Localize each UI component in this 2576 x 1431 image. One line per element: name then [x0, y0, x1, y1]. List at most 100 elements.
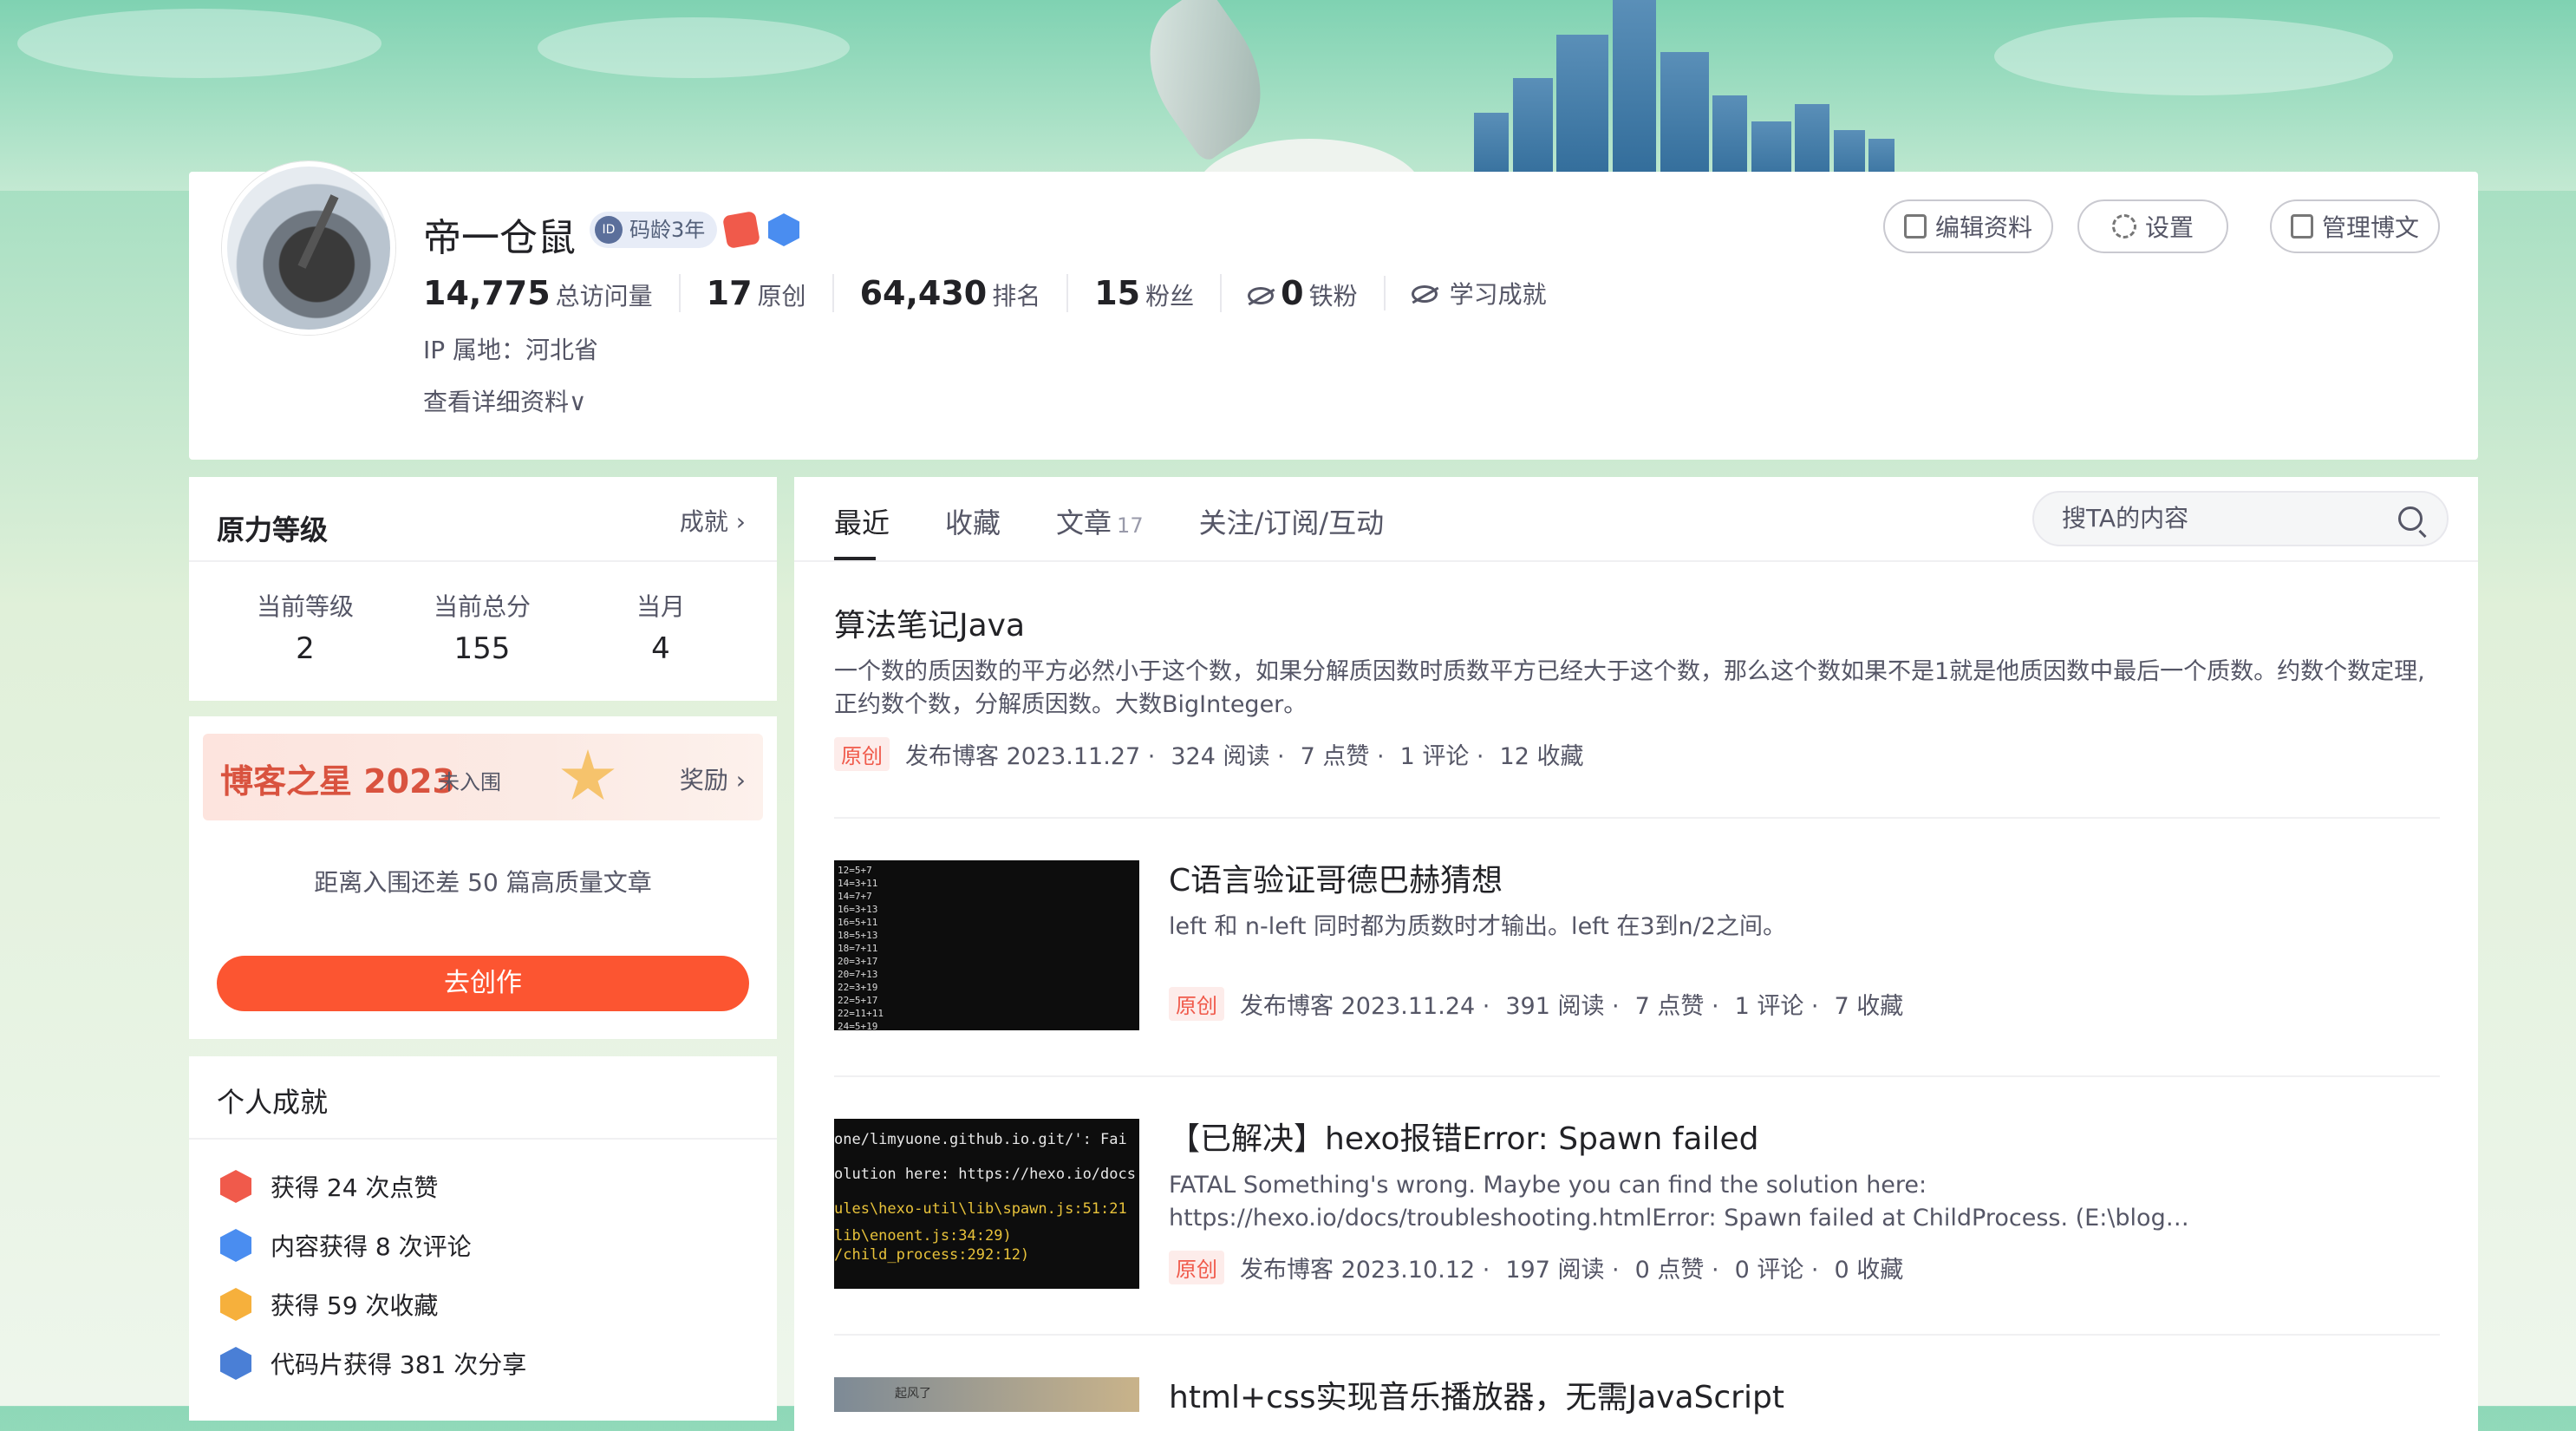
learning-label: 学习成就 — [1449, 280, 1547, 309]
go-create-button[interactable]: 去创作 — [217, 956, 749, 1011]
stat-learning[interactable]: 学习成就 — [1383, 276, 1573, 310]
comment-badge-icon — [220, 1229, 251, 1262]
achievement-text: 获得 24 次点赞 — [271, 1173, 439, 1202]
tab-recent[interactable]: 最近 — [834, 501, 890, 541]
article-favs: 7 收藏 — [1834, 993, 1904, 1020]
article-meta: 原创 发布博客 2023.11.24 · 391 阅读 · 7 点赞 · 1 评… — [1169, 987, 2440, 1021]
original-tag: 原创 — [1169, 987, 1224, 1021]
article-title[interactable]: 【已解决】hexo报错Error: Spawn failed — [1169, 1114, 2440, 1159]
banner-building — [1613, 0, 1656, 191]
manage-icon — [2291, 214, 2313, 238]
eye-off-icon — [1248, 287, 1275, 304]
stat-rank[interactable]: 64,430 排名 — [831, 274, 1067, 312]
search-icon[interactable] — [2398, 506, 2423, 531]
view-details-link[interactable]: 查看详细资料∨ — [423, 383, 587, 418]
achievements-link[interactable]: 成就 › — [680, 503, 746, 538]
stat-number: 14,775 — [423, 274, 551, 312]
stat-fans[interactable]: 15 粉丝 — [1066, 274, 1220, 312]
settings-button[interactable]: 设置 — [2077, 199, 2229, 253]
blog-star-banner[interactable]: 博客之星 2023 未入围 奖励 › — [203, 734, 763, 820]
stat-views[interactable]: 14,775 总访问量 — [423, 274, 679, 312]
edit-profile-label: 编辑资料 — [1935, 213, 2033, 242]
divider — [189, 1138, 777, 1140]
thumb-line: one/limyuone.github.io.git/': Fai — [834, 1131, 1127, 1148]
thumb-line: 20=7+13 — [838, 969, 878, 980]
blog-star-title: 博客之星 2023 — [220, 762, 455, 800]
level-label: 当前总分 — [433, 592, 531, 621]
article-item[interactable]: 算法笔记Java 一个数的质因数的平方必然小于这个数，如果分解质因数时质数平方已… — [834, 600, 2440, 771]
article-desc: FATAL Something's wrong. Maybe you can f… — [1169, 1172, 2189, 1232]
article-thumbnail[interactable]: one/limyuone.github.io.git/': Fai olutio… — [834, 1119, 1139, 1289]
main-content: 最近 收藏 文章 17 关注/订阅/互动 搜TA的内容 算法笔记Java 一个数的… — [794, 477, 2478, 1431]
thumb-line: 20=3+17 — [838, 956, 878, 967]
divider — [834, 817, 2440, 819]
level-current: 当前等级 2 — [218, 588, 392, 666]
article-title[interactable]: 算法笔记Java — [834, 600, 2440, 645]
article-reads: 324 阅读 · — [1171, 743, 1285, 770]
tab-articles-label: 文章 — [1056, 506, 1112, 539]
stat-original[interactable]: 17 原创 — [678, 274, 832, 312]
article-item[interactable]: one/limyuone.github.io.git/': Fai olutio… — [834, 1119, 2440, 1292]
achievement-badge-icon[interactable] — [721, 210, 761, 250]
search-placeholder: 搜TA的内容 — [2062, 504, 2189, 533]
article-likes: 0 点赞 · — [1634, 1257, 1719, 1284]
content-tabs: 最近 收藏 文章 17 关注/订阅/互动 — [834, 501, 1384, 541]
tab-follow[interactable]: 关注/订阅/互动 — [1199, 501, 1385, 541]
blog-star-status: 未入围 — [439, 770, 501, 794]
article-thumbnail[interactable]: 12=5+7 14=3+11 14=7+7 16=3+13 16=5+11 18… — [834, 860, 1139, 1030]
blog-star-gap-text: 距离入围还差 50 篇高质量文章 — [314, 868, 652, 897]
stat-number: 15 — [1094, 274, 1141, 312]
banner-cloud — [538, 17, 850, 78]
star-icon — [561, 749, 615, 800]
username[interactable]: 帝一仓鼠 — [423, 206, 576, 262]
article-likes: 7 点赞 · — [1634, 993, 1719, 1020]
article-item[interactable]: 12=5+7 14=3+11 14=7+7 16=3+13 16=5+11 18… — [834, 860, 2440, 1034]
achievement-item: 内容获得 8 次评论 — [220, 1228, 472, 1263]
level-value: 4 — [651, 631, 670, 666]
stat-label: 铁粉 — [1308, 282, 1358, 310]
code-share-badge-icon — [220, 1347, 251, 1380]
code-age-badge[interactable]: ID 码龄3年 — [590, 212, 718, 248]
article-body: C语言验证哥德巴赫猜想 left 和 n-left 同时都为质数时才输出。lef… — [1169, 855, 2440, 1021]
edit-profile-button[interactable]: 编辑资料 — [1883, 199, 2054, 253]
level-value: 155 — [453, 631, 511, 666]
article-title[interactable]: html+css实现音乐播放器，无需JavaScript — [1169, 1372, 2440, 1417]
thumb-line: 14=3+11 — [838, 878, 878, 889]
divider — [834, 1334, 2440, 1336]
article-item[interactable]: 起风了 html+css实现音乐播放器，无需JavaScript — [834, 1377, 2440, 1415]
thumb-line: 18=5+13 — [838, 930, 878, 941]
level-title: 原力等级 — [217, 513, 329, 546]
blog-star-card: 博客之星 2023 未入围 奖励 › 距离入围还差 50 篇高质量文章 去创作 — [189, 716, 777, 1039]
banner-feather — [1120, 0, 1290, 165]
reward-link[interactable]: 奖励 › — [680, 761, 746, 796]
achievement-text: 代码片获得 381 次分享 — [271, 1350, 527, 1379]
article-desc: left 和 n-left 同时都为质数时才输出。left 在3到n/2之间。 — [1169, 913, 1786, 940]
stat-iron-fans[interactable]: 0 铁粉 — [1220, 274, 1383, 312]
code-age-icon: ID — [595, 216, 623, 244]
achievement-text: 获得 59 次收藏 — [271, 1291, 439, 1320]
tab-articles[interactable]: 文章 17 — [1056, 501, 1144, 541]
manage-posts-button[interactable]: 管理博文 — [2270, 199, 2441, 253]
article-favs: 12 收藏 — [1499, 743, 1584, 770]
stat-number: 17 — [706, 274, 753, 312]
like-badge-icon — [220, 1170, 251, 1203]
thumb-line: 18=7+11 — [838, 943, 878, 954]
thumb-line: 16=3+13 — [838, 904, 878, 915]
thumb-line: 12=5+7 — [838, 865, 872, 876]
achievement-item: 获得 24 次点赞 — [220, 1169, 438, 1204]
thumb-line: olution here: https://hexo.io/docs — [834, 1166, 1136, 1183]
search-input[interactable]: 搜TA的内容 — [2032, 491, 2449, 546]
article-thumbnail[interactable]: 起风了 — [834, 1377, 1139, 1412]
tab-articles-count: 17 — [1117, 513, 1144, 538]
article-title[interactable]: C语言验证哥德巴赫猜想 — [1169, 855, 2440, 900]
article-likes: 7 点赞 · — [1300, 743, 1385, 770]
thumb-line: /child_process:292:12) — [834, 1246, 1030, 1264]
banner-building — [1660, 52, 1709, 191]
level-total: 当前总分 155 — [395, 588, 569, 666]
avatar[interactable] — [222, 161, 395, 335]
article-reads: 391 阅读 · — [1505, 993, 1620, 1020]
profile-stats: 14,775 总访问量 17 原创 64,430 排名 15 粉丝 0 铁粉 学… — [423, 274, 1573, 312]
article-meta: 原创 发布博客 2023.10.12 · 197 阅读 · 0 点赞 · 0 评… — [1169, 1251, 2440, 1284]
settings-label: 设置 — [2145, 213, 2194, 242]
tab-favorites[interactable]: 收藏 — [945, 501, 1001, 541]
